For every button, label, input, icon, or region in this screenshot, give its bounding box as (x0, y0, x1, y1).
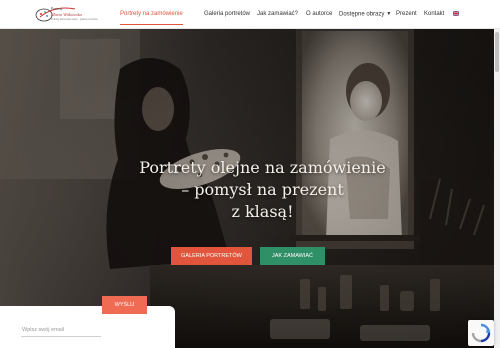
chevron-down-icon: ▼ (386, 11, 392, 17)
nav-label: Prezent (396, 11, 417, 17)
nav-label: Jak zamawiać? (257, 11, 299, 17)
nav-jak-zamawiac[interactable]: Jak zamawiać? (257, 0, 298, 29)
newsletter-card (0, 306, 175, 348)
nav-portrety-na-zamowienie[interactable]: Portrety na zamówienie (120, 0, 183, 29)
nav-o-autorce[interactable]: O autorce (306, 0, 332, 29)
site-header: Portrety Marta Witkowska Portrety malowa… (0, 0, 500, 29)
logo-line-3: Portrety malowane olejno · galeria portr… (51, 18, 98, 21)
nav-prezent[interactable]: Prezent (396, 0, 417, 29)
send-button[interactable]: WYŚLIJ (102, 296, 147, 314)
how-to-order-button[interactable]: JAK ZAMAWIAĆ (260, 247, 325, 265)
active-underline (120, 24, 183, 25)
hero-headline: Portrety olejne na zamówienie – pomysł n… (120, 157, 405, 223)
nav-kontakt[interactable]: Kontakt (424, 0, 444, 29)
headline-line-2: – pomysł na prezent (181, 180, 344, 199)
nav-label: Kontakt (424, 11, 445, 17)
nav-label: Portrety na zamówienie (120, 11, 183, 17)
nav-label: Galeria portretów (204, 11, 251, 17)
headline-line-3: z klasą! (231, 202, 294, 221)
hero-section: Portrety olejne na zamówienie – pomysł n… (0, 29, 500, 348)
nav-galeria-portretow[interactable]: Galeria portretów (204, 0, 250, 29)
recaptcha-badge[interactable] (468, 320, 494, 346)
recaptcha-icon (471, 323, 491, 343)
gallery-button[interactable]: GALERIA PORTRETÓW (171, 247, 252, 265)
site-logo[interactable]: Portrety Marta Witkowska Portrety malowa… (35, 3, 107, 26)
uk-flag-icon[interactable] (453, 11, 459, 16)
email-input[interactable] (21, 323, 101, 337)
nav-label: O autorce (306, 11, 333, 17)
logo-line-2: Marta Witkowska (51, 12, 82, 17)
nav-dostepne-obrazy[interactable]: Dostępne obrazy ▼ (339, 0, 391, 29)
nav-label: Dostępne obrazy (339, 11, 385, 18)
headline-line-1: Portrety olejne na zamówienie (139, 158, 386, 177)
scrollbar-thumb[interactable] (495, 32, 499, 72)
page-scrollbar[interactable] (494, 29, 500, 348)
